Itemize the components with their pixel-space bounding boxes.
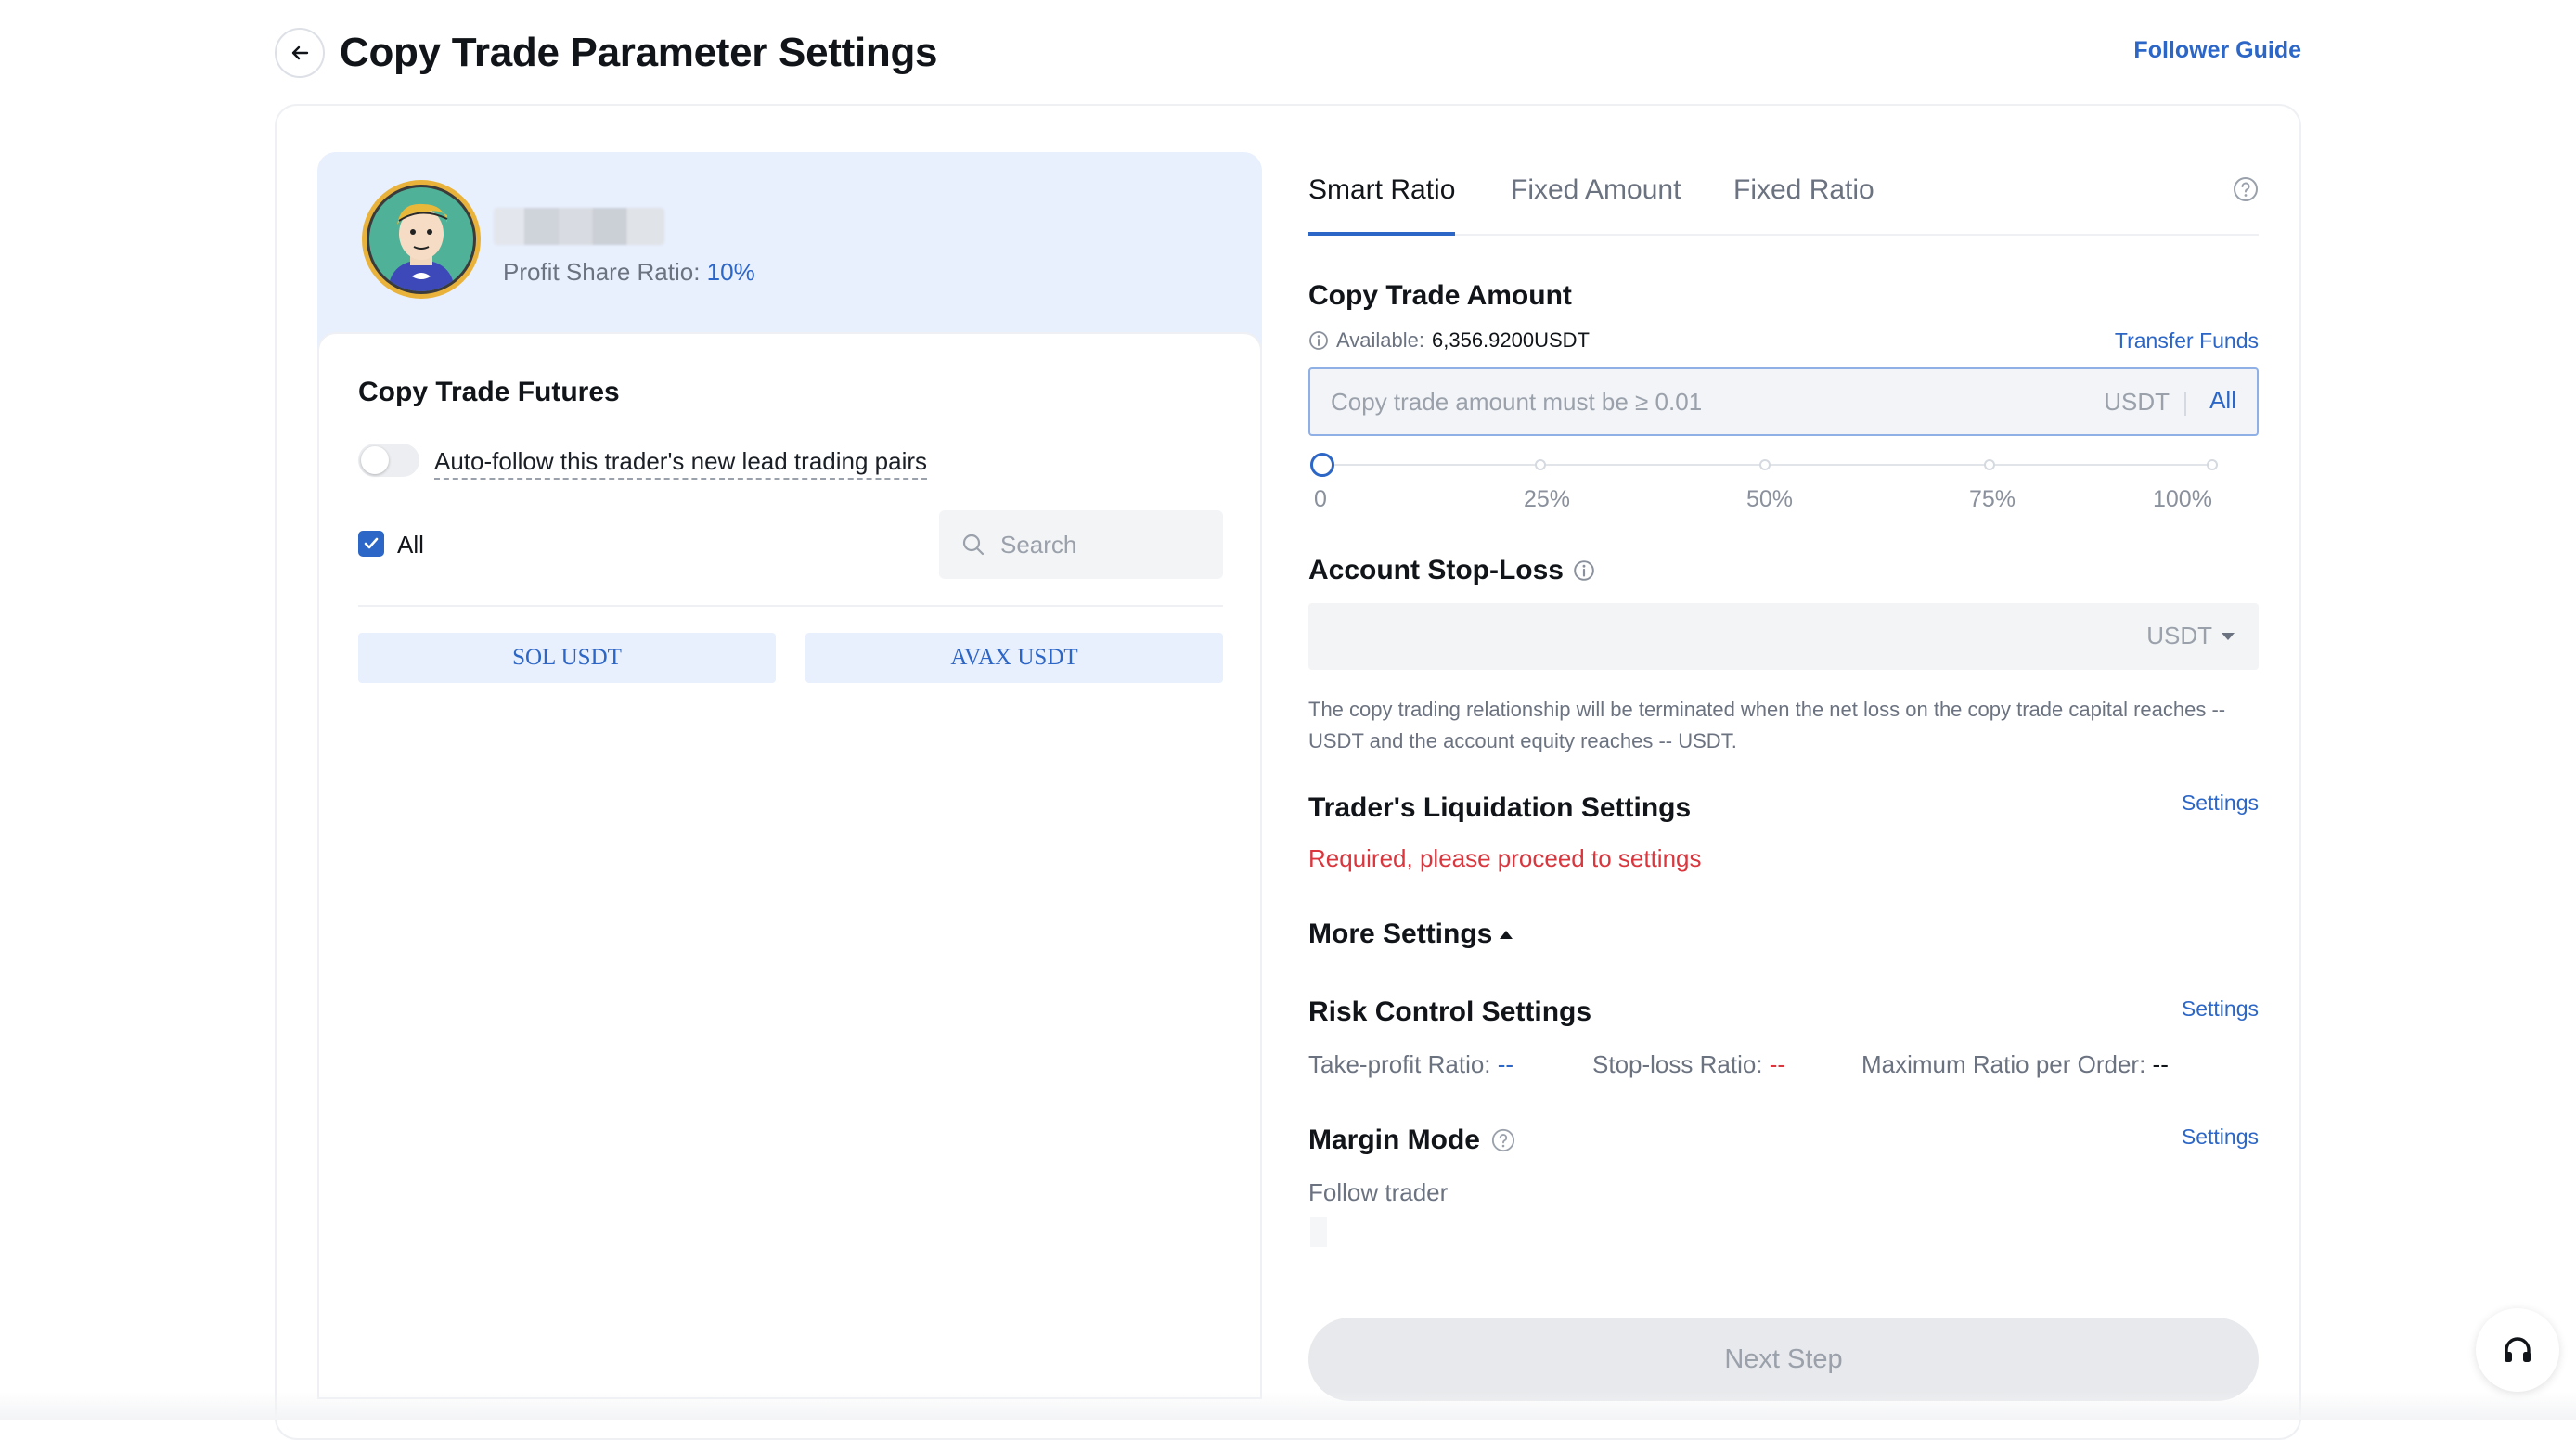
copy-amount-input[interactable]: Copy trade amount must be ≥ 0.01 USDT Al… [1308, 367, 2259, 436]
headset-icon [2505, 1337, 2531, 1362]
pair-search-input[interactable]: Search [939, 510, 1223, 579]
copy-amount-unit: USDT [2104, 388, 2170, 416]
risk-control-settings-link[interactable]: Settings [2182, 996, 2259, 1022]
profit-share-ratio: Profit Share Ratio: 10% [503, 258, 755, 287]
auto-follow-toggle[interactable] [358, 444, 419, 477]
back-arrow-icon [291, 45, 309, 60]
back-button[interactable] [275, 28, 325, 78]
take-profit-value: -- [1497, 1050, 1514, 1078]
check-icon [364, 537, 379, 549]
slider-stop-100[interactable] [2207, 459, 2218, 470]
available-label: Available: [1336, 328, 1424, 352]
take-profit-ratio: Take-profit Ratio: -- [1308, 1050, 1513, 1079]
slider-label-50: 50% [1746, 486, 1794, 512]
page-title: Copy Trade Parameter Settings [340, 30, 938, 75]
divider [358, 605, 1223, 607]
slider-label-0: 0 [1314, 486, 1327, 512]
risk-control-title: Risk Control Settings [1308, 996, 1592, 1027]
search-placeholder: Search [1000, 531, 1077, 559]
tab-fixed-ratio[interactable]: Fixed Ratio [1733, 174, 1874, 206]
stop-loss-input[interactable]: USDT [1308, 603, 2259, 670]
margin-mode-value: Follow trader [1308, 1178, 1449, 1206]
stop-loss-ratio: Stop-loss Ratio: -- [1592, 1050, 1785, 1079]
copy-amount-all-button[interactable]: All [2209, 386, 2236, 415]
search-icon [962, 534, 985, 556]
slider-stop-50[interactable] [1759, 459, 1771, 470]
stop-loss-heading: Account Stop-Loss [1308, 555, 1595, 586]
margin-mode-settings-link[interactable]: Settings [2182, 1125, 2259, 1150]
max-ratio-per-order: Maximum Ratio per Order: -- [1861, 1050, 2169, 1079]
stop-loss-title: Account Stop-Loss [1308, 555, 1564, 585]
copy-mode-tabs: Smart Ratio Fixed Amount Fixed Ratio [1308, 173, 2259, 236]
follower-guide-link[interactable]: Follower Guide [2133, 37, 2301, 64]
avatar [362, 180, 481, 299]
info-icon[interactable] [1573, 559, 1595, 582]
pair-chip-sol[interactable]: SOL USDT [358, 633, 776, 683]
info-icon [1309, 331, 1328, 350]
tab-smart-ratio[interactable]: Smart Ratio [1308, 174, 1455, 206]
caret-down-icon [2222, 633, 2235, 640]
slider-label-75: 75% [1969, 486, 2016, 512]
bottom-fade [0, 1392, 2576, 1420]
auto-follow-label: Auto-follow this trader's new lead tradi… [434, 447, 928, 480]
copy-amount-title: Copy Trade Amount [1308, 280, 1572, 311]
profit-share-label: Profit Share Ratio: [503, 258, 701, 286]
unit-separator [2184, 392, 2186, 416]
liquidation-settings-link[interactable]: Settings [2182, 791, 2259, 816]
page-header: Copy Trade Parameter Settings Follower G… [275, 26, 2301, 82]
next-step-button[interactable]: Next Step [1308, 1318, 2259, 1401]
transfer-funds-link[interactable]: Transfer Funds [2115, 328, 2259, 354]
stop-loss-note: The copy trading relationship will be te… [1308, 698, 2226, 752]
profit-share-value: 10% [706, 258, 755, 286]
margin-mode-heading: Margin Mode [1308, 1125, 1515, 1156]
liquidation-required-msg: Required, please proceed to settings [1308, 844, 1702, 872]
take-profit-label: Take-profit Ratio: [1308, 1050, 1491, 1078]
max-ratio-label: Maximum Ratio per Order: [1861, 1050, 2146, 1078]
stop-loss-unit-select[interactable]: USDT [2146, 622, 2212, 650]
all-checkbox[interactable] [358, 531, 384, 557]
more-settings-label: More Settings [1308, 919, 1493, 949]
all-label: All [397, 531, 424, 559]
placeholder-block [1310, 1217, 1327, 1247]
liquidation-title: Trader's Liquidation Settings [1308, 792, 1692, 823]
max-ratio-value: -- [2152, 1050, 2169, 1078]
margin-mode-title: Margin Mode [1308, 1125, 1480, 1155]
stop-loss-ratio-value: -- [1769, 1050, 1786, 1078]
tab-fixed-amount[interactable]: Fixed Amount [1511, 174, 1681, 206]
caret-up-icon [1500, 930, 1513, 939]
customer-support-button[interactable] [2476, 1308, 2559, 1392]
more-settings-toggle[interactable]: More Settings [1308, 919, 1513, 950]
help-icon[interactable] [1491, 1128, 1515, 1152]
pair-chip-avax[interactable]: AVAX USDT [805, 633, 1223, 683]
slider-stop-25[interactable] [1535, 459, 1546, 470]
slider-label-25: 25% [1524, 486, 1571, 512]
available-value: 6,356.9200USDT [1432, 328, 1590, 352]
slider-handle[interactable] [1310, 453, 1334, 477]
futures-title: Copy Trade Futures [358, 377, 620, 407]
slider-stop-75[interactable] [1984, 459, 1995, 470]
available-balance: Available: 6,356.9200USDT [1308, 328, 1590, 353]
copy-amount-placeholder: Copy trade amount must be ≥ 0.01 [1331, 388, 1703, 416]
active-tab-indicator [1308, 232, 1455, 236]
copy-trade-futures-box: Copy Trade Futures Auto-follow this trad… [317, 332, 1262, 1399]
trader-name-redacted [494, 208, 664, 245]
help-icon[interactable] [2233, 176, 2259, 202]
copy-amount-slider[interactable]: 0 25% 50% 75% 100% [1308, 451, 2259, 516]
stop-loss-ratio-label: Stop-loss Ratio: [1592, 1050, 1763, 1078]
slider-label-100: 100% [2153, 486, 2212, 512]
